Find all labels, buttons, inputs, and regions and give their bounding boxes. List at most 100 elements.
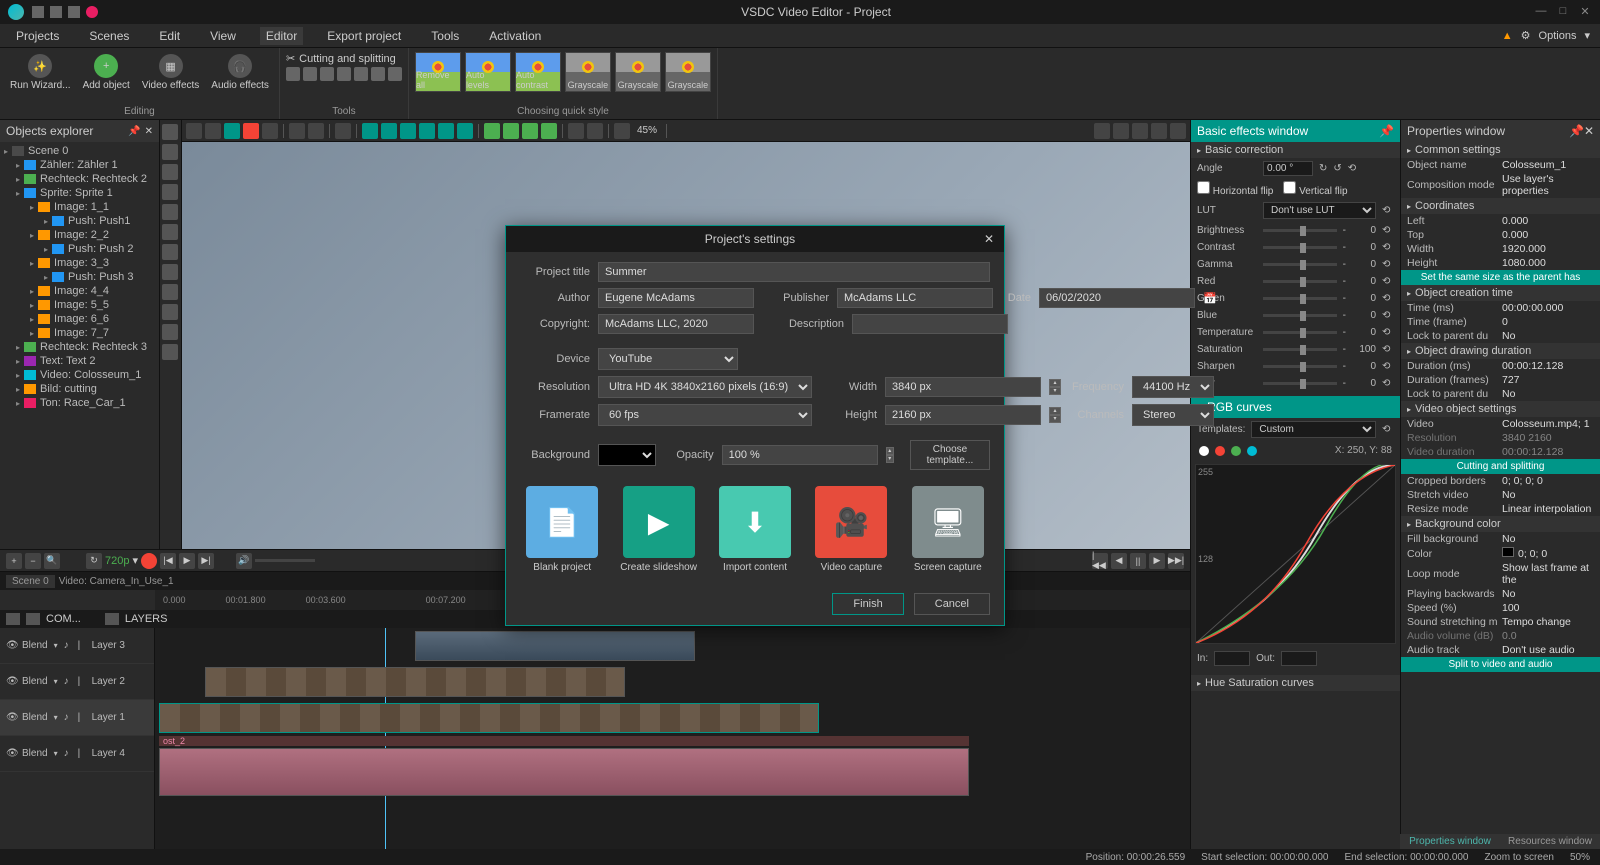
settings-gear-icon[interactable]: ⚙ [1521,29,1531,42]
close-panel-icon[interactable]: ✕ [1584,124,1594,138]
tile-import-content[interactable]: ⬇Import content [713,486,797,573]
close-panel-icon[interactable]: ✕ [145,126,153,137]
prop-loop[interactable]: Show last frame at the [1502,562,1594,586]
tab-resources[interactable]: Resources window [1500,834,1600,849]
curve-out-input[interactable] [1281,651,1317,666]
tl-scene-tab[interactable]: Scene 0 [6,575,55,588]
close-button[interactable]: ✕ [1578,5,1592,19]
prop-time-ms[interactable]: 00:00:00.000 [1502,302,1594,314]
prop-audiotrack[interactable]: Don't use audio [1502,644,1594,656]
height-spinner[interactable]: ▴▾ [1049,407,1061,423]
style-grayscale-2[interactable]: Grayscale [615,52,661,92]
quick-save-icon[interactable] [68,6,80,18]
frequency-select[interactable]: 44100 Hz [1132,376,1214,398]
tree-item[interactable]: ▸Sprite: Sprite 1 [2,186,157,200]
eye-icon[interactable] [6,613,20,625]
zoom-to-screen[interactable]: Zoom to screen [1485,852,1554,863]
basic-correction-header[interactable]: Basic correction [1191,142,1400,158]
menu-activation[interactable]: Activation [483,27,547,45]
slider-sharpen[interactable] [1263,365,1337,368]
finish-button[interactable]: Finish [832,593,903,615]
choose-template-button[interactable]: Choose template... [910,440,990,470]
rgb-curves-header[interactable]: RGB curves [1207,400,1272,414]
settings-icon[interactable] [1170,123,1186,139]
undo-icon[interactable] [289,123,305,139]
timeline-tracks[interactable]: ost_2 [155,628,1190,849]
video-effects-button[interactable]: ▦Video effects [138,52,203,93]
options-label[interactable]: Options [1539,30,1577,42]
line-tool-icon[interactable] [162,184,178,200]
cut-icon[interactable] [186,123,202,139]
menu-editor[interactable]: Editor [260,27,303,45]
hue-sat-header[interactable]: Hue Saturation curves [1191,675,1400,691]
tool-speed-icon[interactable] [371,67,385,81]
prop-height[interactable]: 1080.000 [1502,257,1594,269]
prop-time-frame[interactable]: 0 [1502,316,1594,328]
order-back-icon[interactable] [587,123,603,139]
angle-input[interactable] [1263,161,1313,176]
timeline-clip[interactable] [205,667,625,697]
tree-item[interactable]: ▸Image: 7_7 [2,326,157,340]
tile-create-slideshow[interactable]: ▶Create slideshow [616,486,700,573]
slider-green[interactable] [1263,297,1337,300]
reset-icon[interactable]: ⟲ [1382,225,1394,236]
options-chevron-icon[interactable]: ▾ [1584,29,1590,42]
prop-top[interactable]: 0.000 [1502,229,1594,241]
snap-icon[interactable] [1113,123,1129,139]
menu-export[interactable]: Export project [321,27,407,45]
rect-tool-icon[interactable] [162,144,178,160]
tool-flip-icon[interactable] [320,67,334,81]
slider-temperature[interactable] [1263,331,1337,334]
counter-tool-icon[interactable] [162,324,178,340]
curve-channel-green[interactable] [1231,446,1241,456]
tl-add-icon[interactable]: + [6,553,22,569]
tile-blank-project[interactable]: 📄Blank project [520,486,604,573]
opacity-spinner[interactable]: ▴▾ [886,447,894,463]
tooltip-tool-icon[interactable] [162,284,178,300]
drawing-section[interactable]: Object drawing duration [1401,343,1600,359]
tool-rotate-icon[interactable] [303,67,317,81]
copyright-input[interactable] [598,314,754,334]
slider-red[interactable] [1263,280,1337,283]
prop-speed[interactable]: 100 [1502,602,1594,614]
align-left-icon[interactable] [362,123,378,139]
curve-channel-red[interactable] [1215,446,1225,456]
tree-item[interactable]: ▸Image: 5_5 [2,298,157,312]
coords-section[interactable]: Coordinates [1401,198,1600,214]
layers-vis-icon[interactable] [105,613,119,625]
prop-width[interactable]: 1920.000 [1502,243,1594,255]
prop-stretch[interactable]: No [1502,489,1594,501]
align-bottom-icon[interactable] [457,123,473,139]
lock-icon[interactable] [26,613,40,625]
tl-play-icon[interactable]: ▶ [179,553,195,569]
circle-icon[interactable] [262,123,278,139]
menu-scenes[interactable]: Scenes [83,27,135,45]
menu-tools[interactable]: Tools [425,27,465,45]
tree-item[interactable]: ▸Rechteck: Rechteck 3 [2,340,157,354]
tool-volume-icon[interactable] [354,67,368,81]
prop-left[interactable]: 0.000 [1502,215,1594,227]
free-shape-tool-icon[interactable] [162,244,178,260]
track-label[interactable]: 👁Blend▾♪|Layer 1 [0,700,154,736]
prop-dur-frames[interactable]: 727 [1502,374,1594,386]
arrow-up-icon[interactable] [484,123,500,139]
tl-volume-icon[interactable]: 🔊 [236,553,252,569]
menu-view[interactable]: View [204,27,242,45]
run-wizard-button[interactable]: ✨Run Wizard... [6,52,75,93]
zoom-value[interactable]: 45% [633,125,661,136]
tl-step-back-icon[interactable]: ◀ [1111,553,1127,569]
zoom-tool-icon[interactable] [614,123,630,139]
prop-lock-parent[interactable]: No [1502,330,1594,342]
tl-zoom-in-icon[interactable]: 🔍 [44,553,60,569]
reset-icon[interactable]: ⟲ [1382,276,1394,287]
tree-item[interactable]: ▸Scene 0 [2,144,157,158]
align-top-icon[interactable] [419,123,435,139]
slider-contrast[interactable] [1263,246,1337,249]
tree-item[interactable]: ▸Image: 2_2 [2,228,157,242]
tree-item[interactable]: ▸Push: Push 3 [2,270,157,284]
tool-align-icon[interactable] [337,67,351,81]
resolution-select[interactable]: Ultra HD 4K 3840x2160 pixels (16:9) [598,376,812,398]
tl-skip-start-icon[interactable]: |◀◀ [1092,553,1108,569]
prop-video[interactable]: Colosseum.mp4; 1 [1502,418,1594,430]
reset-icon[interactable]: ⟲ [1382,242,1394,253]
